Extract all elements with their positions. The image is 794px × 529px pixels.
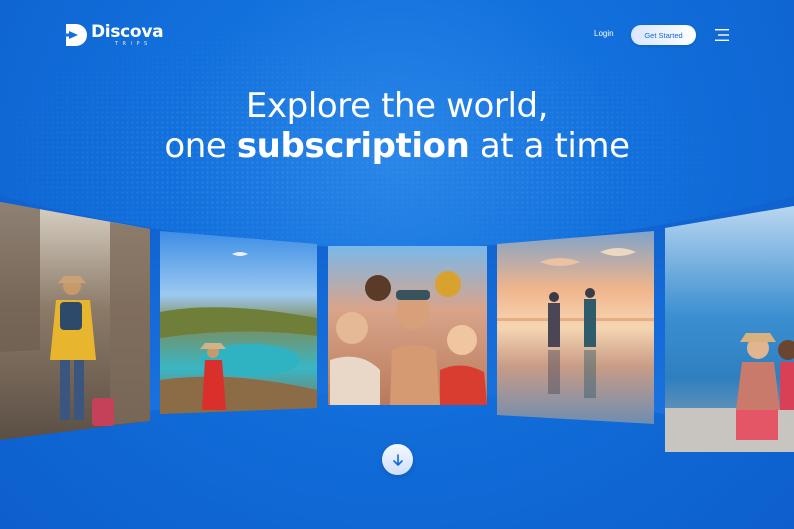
- arrow-down-icon: [392, 453, 403, 466]
- gallery-image-1[interactable]: [0, 202, 150, 440]
- gallery-image-5[interactable]: [665, 206, 794, 452]
- gallery-image-2[interactable]: [160, 231, 317, 414]
- gallery-image-4[interactable]: [497, 231, 654, 424]
- landing-page: Discova TRIPS Login Get Started Explore …: [0, 0, 794, 529]
- gallery-image-3[interactable]: [328, 246, 487, 405]
- scroll-down-button[interactable]: [382, 444, 413, 475]
